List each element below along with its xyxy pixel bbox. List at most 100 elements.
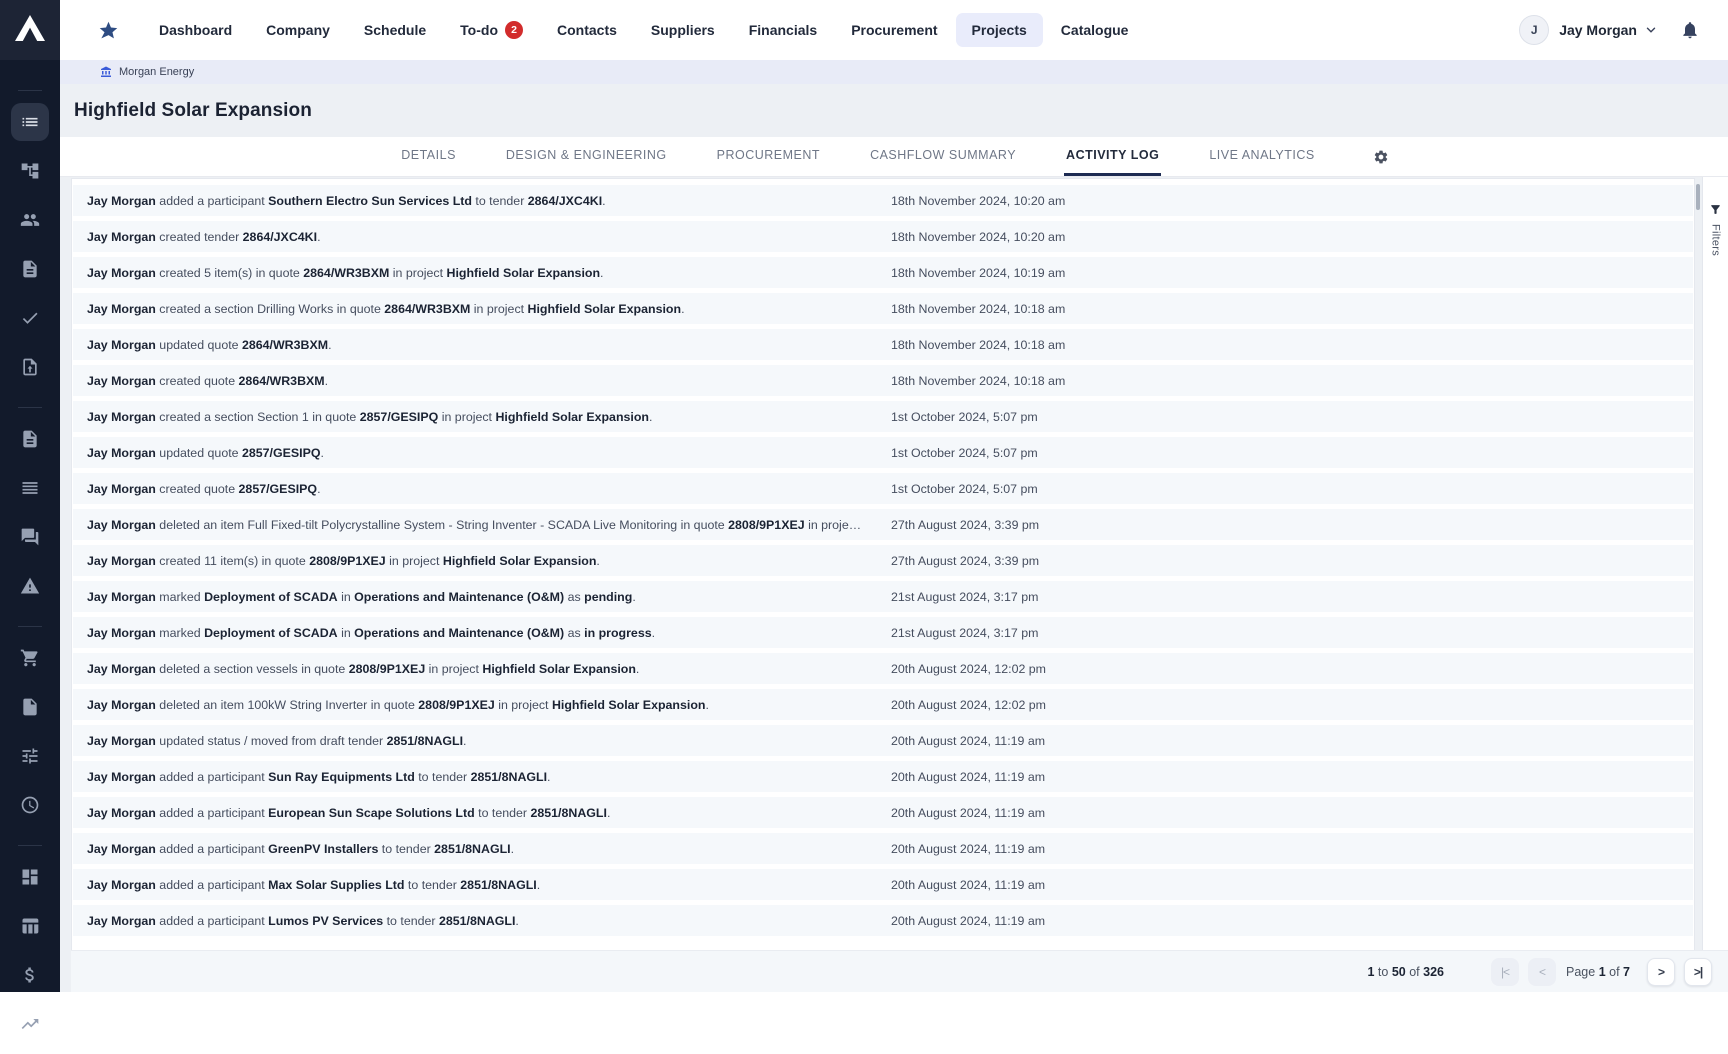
activity-timestamp: 1st October 2024, 5:07 pm [891, 446, 1038, 460]
activity-row[interactable]: Jay Morgan added a participant Lumos PV … [73, 905, 1693, 936]
activity-row[interactable]: Jay Morgan added a participant Southern … [73, 185, 1693, 216]
sidebar-item-people[interactable] [11, 201, 49, 239]
sidebar-item-hierarchy[interactable] [11, 152, 49, 190]
invoice-document-icon [20, 697, 40, 717]
top-navigation: Dashboard Company Schedule To-do2ContactsSu… [60, 0, 1728, 60]
activity-row[interactable]: Jay Morgan updated quote 2857/GESIPQ. 1st… [73, 437, 1693, 468]
nav-item-procurement[interactable]: Procurement [835, 13, 953, 47]
chevron-down-icon[interactable] [1644, 23, 1658, 37]
activity-row[interactable]: Jay Morgan updated status / moved from d… [73, 725, 1693, 756]
sidebar-item-adjustments[interactable] [11, 737, 49, 775]
nav-item-catalogue[interactable]: Catalogue [1045, 13, 1145, 47]
sidebar-item-chat[interactable] [11, 518, 49, 556]
nav-item-label: Dashboard [159, 22, 232, 38]
app-logo[interactable] [0, 0, 60, 60]
activity-row[interactable]: Jay Morgan added a participant GreenPV I… [73, 833, 1693, 864]
sidebar-item-warning[interactable] [11, 567, 49, 605]
nav-item-projects[interactable]: Projects [956, 13, 1043, 47]
scrollbar-thumb[interactable] [1696, 184, 1700, 210]
tab-design-engineering[interactable]: DESIGN & ENGINEERING [504, 137, 669, 176]
activity-text: Jay Morgan updated quote 2857/GESIPQ. [87, 446, 862, 460]
activity-timestamp: 27th August 2024, 3:39 pm [891, 554, 1039, 568]
tab-procurement[interactable]: PROCUREMENT [715, 137, 822, 176]
activity-row[interactable]: Jay Morgan created a section Section 1 i… [73, 401, 1693, 432]
activity-text: Jay Morgan created 5 item(s) in quote 28… [87, 266, 862, 280]
notification-bell-icon[interactable] [1680, 20, 1700, 40]
activity-row[interactable]: Jay Morgan deleted an item Full Fixed-ti… [73, 509, 1693, 540]
sidebar-item-rows[interactable] [11, 469, 49, 507]
activity-row[interactable]: Jay Morgan marked Deployment of SCADA in… [73, 581, 1693, 612]
nav-item-financials[interactable]: Financials [733, 13, 833, 47]
activity-text: Jay Morgan added a participant Lumos PV … [87, 914, 862, 928]
activity-timestamp: 21st August 2024, 3:17 pm [891, 626, 1038, 640]
sidebar [0, 0, 60, 992]
sidebar-item-tasks-check[interactable] [11, 299, 49, 337]
nav-item-to-do[interactable]: To-do2 [444, 12, 539, 48]
breadcrumb-company: Morgan Energy [119, 66, 194, 78]
activity-text: Jay Morgan deleted a section vessels in … [87, 662, 862, 676]
page-title: Highfield Solar Expansion [74, 100, 312, 122]
trends-icon [20, 1014, 40, 1034]
sidebar-item-table[interactable] [11, 907, 49, 945]
activity-row[interactable]: Jay Morgan created quote 2864/WR3BXM.18t… [73, 365, 1693, 396]
sidebar-item-finance-dollar[interactable] [11, 956, 49, 994]
sidebar-item-activity-log[interactable] [11, 103, 49, 141]
sidebar-item-dashboard-grid[interactable] [11, 858, 49, 896]
page-word: Page [1566, 965, 1595, 979]
nav-item-label: To-do [460, 22, 498, 38]
sidebar-item-file-upload[interactable] [11, 348, 49, 386]
sidebar-item-trends[interactable] [11, 1005, 49, 1043]
activity-text: Jay Morgan deleted an item 100kW String … [87, 698, 862, 712]
sidebar-item-time[interactable] [11, 786, 49, 824]
activity-row[interactable]: Jay Morgan deleted a section vessels in … [73, 653, 1693, 684]
nav-item-contacts[interactable]: Contacts [541, 13, 633, 47]
activity-timestamp: 1st October 2024, 5:07 pm [891, 482, 1038, 496]
tab-live-analytics[interactable]: LIVE ANALYTICS [1207, 137, 1316, 176]
favorites-star-icon[interactable] [98, 20, 119, 41]
title-area: Highfield Solar Expansion [60, 84, 1728, 137]
activity-row[interactable]: Jay Morgan created tender 2864/JXC4KI.18… [73, 221, 1693, 252]
sidebar-divider [18, 90, 42, 91]
range-to-word: to [1378, 965, 1388, 979]
breadcrumb-bar: Morgan Energy [60, 60, 1728, 84]
next-page-button[interactable]: > [1647, 958, 1675, 986]
filters-panel-toggle[interactable]: Filters [1702, 177, 1728, 950]
prev-page-button[interactable]: < [1528, 958, 1556, 986]
sidebar-item-document[interactable] [11, 250, 49, 288]
activity-row[interactable]: Jay Morgan created a section Drilling Wo… [73, 293, 1693, 324]
activity-row[interactable]: Jay Morgan created 5 item(s) in quote 28… [73, 257, 1693, 288]
nav-item-dashboard[interactable]: Dashboard [143, 13, 248, 47]
activity-row[interactable]: Jay Morgan added a participant Sun Ray E… [73, 761, 1693, 792]
user-menu[interactable]: Jay Morgan [1559, 22, 1637, 38]
tab-details[interactable]: DETAILS [399, 137, 458, 176]
sidebar-item-quote-document[interactable] [11, 420, 49, 458]
activity-timestamp: 18th November 2024, 10:19 am [891, 266, 1065, 280]
activity-text: Jay Morgan created a section Drilling Wo… [87, 302, 862, 316]
settings-gear-icon[interactable] [1373, 149, 1389, 165]
activity-row[interactable]: Jay Morgan added a participant European … [73, 797, 1693, 828]
sidebar-item-invoice-document[interactable] [11, 688, 49, 726]
activity-row[interactable]: Jay Morgan added a participant Max Solar… [73, 869, 1693, 900]
sidebar-item-cart[interactable] [11, 639, 49, 677]
nav-item-company[interactable]: Company [250, 13, 346, 47]
activity-text: Jay Morgan updated quote 2864/WR3BXM. [87, 338, 862, 352]
activity-row[interactable]: Jay Morgan marked Deployment of SCADA in… [73, 617, 1693, 648]
activity-row[interactable]: Jay Morgan created 11 item(s) in quote 2… [73, 545, 1693, 576]
breadcrumb[interactable]: Morgan Energy [100, 66, 194, 78]
nav-item-suppliers[interactable]: Suppliers [635, 13, 731, 47]
activity-text: Jay Morgan added a participant European … [87, 806, 862, 820]
activity-timestamp: 18th November 2024, 10:18 am [891, 302, 1065, 316]
finance-dollar-icon [20, 965, 40, 985]
tab-cashflow-summary[interactable]: CASHFLOW SUMMARY [868, 137, 1018, 176]
activity-row[interactable]: Jay Morgan deleted an item 100kW String … [73, 689, 1693, 720]
last-page-button[interactable]: >| [1684, 958, 1712, 986]
first-page-button[interactable]: |< [1491, 958, 1519, 986]
nav-item-label: Schedule [364, 22, 426, 38]
avatar[interactable]: J [1519, 15, 1549, 45]
activity-text: Jay Morgan created a section Section 1 i… [87, 410, 862, 424]
tab-activity-log[interactable]: ACTIVITY LOG [1064, 137, 1161, 176]
page-indicator: Page 1 of 7 [1566, 965, 1630, 979]
activity-row[interactable]: Jay Morgan created quote 2857/GESIPQ.1st… [73, 473, 1693, 504]
activity-row[interactable]: Jay Morgan updated quote 2864/WR3BXM.18t… [73, 329, 1693, 360]
nav-item-schedule[interactable]: Schedule [348, 13, 442, 47]
